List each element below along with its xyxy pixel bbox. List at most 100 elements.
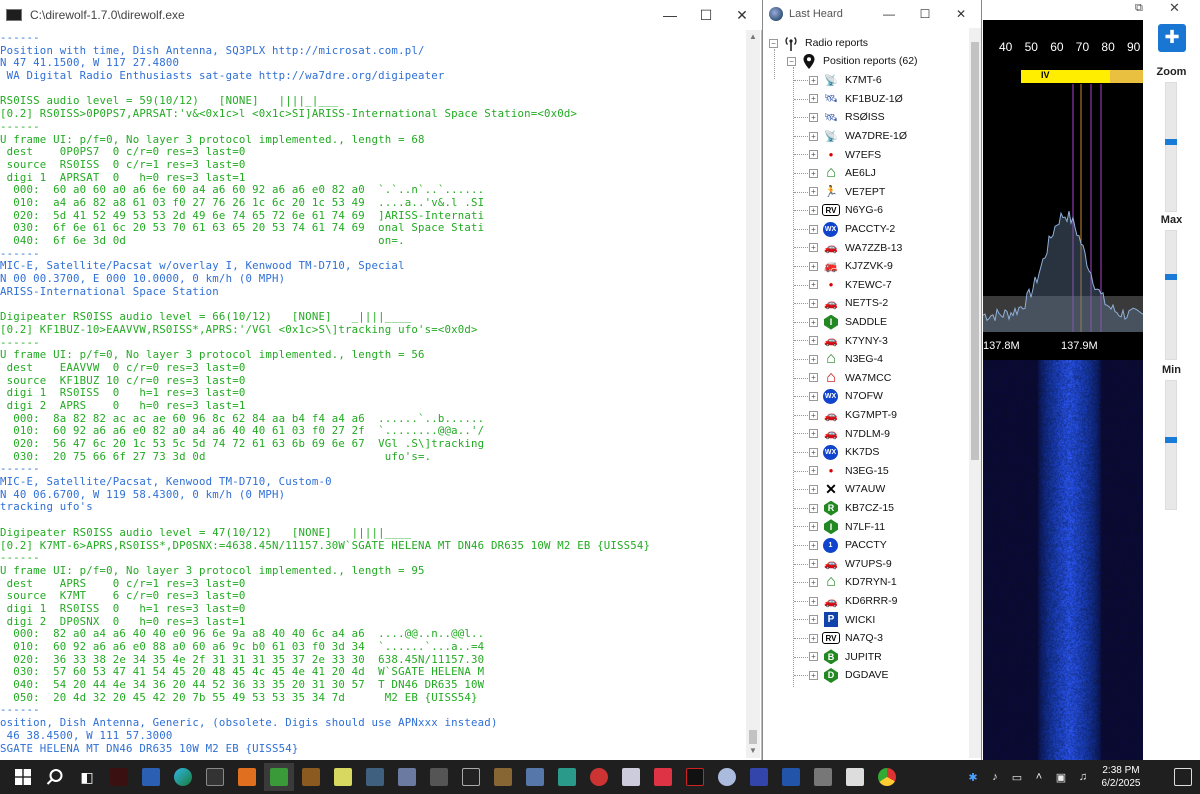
expand-icon[interactable]: + [809, 540, 818, 550]
last-heard-title-bar[interactable]: Last Heard — ☐ ✕ [763, 0, 981, 28]
expand-icon[interactable]: + [809, 75, 818, 85]
tree-root-radio-reports[interactable]: − Radio reports [769, 34, 868, 53]
expand-icon[interactable]: + [809, 168, 818, 178]
terminal-icon[interactable] [200, 763, 230, 791]
station-row[interactable]: + 🚗 N7DLM-9 [809, 424, 890, 443]
expand-icon[interactable]: + [809, 298, 818, 308]
expand-icon[interactable]: + [809, 447, 818, 457]
taskbar-app-icon[interactable] [808, 763, 838, 791]
taskbar-app-icon[interactable] [232, 763, 262, 791]
station-row[interactable]: + ⌂ N3EG-4 [809, 350, 883, 369]
scroll-thumb[interactable] [971, 42, 979, 460]
station-row[interactable]: + 🚗 K7YNY-3 [809, 331, 888, 350]
station-tree[interactable]: − Radio reports − Position reports (62) … [763, 30, 969, 758]
min-slider[interactable] [1165, 380, 1177, 510]
console-scrollbar[interactable]: ▲ ▼ [746, 30, 760, 758]
taskbar-app-icon[interactable] [296, 763, 326, 791]
edge-icon[interactable] [168, 763, 198, 791]
expand-icon[interactable]: + [809, 336, 818, 346]
station-row[interactable]: + 🛰 KF1BUZ-1Ø [809, 90, 903, 109]
taskbar-clock[interactable]: 2:38 PM 6/2/2025 [1086, 764, 1156, 790]
zoom-slider-knob[interactable] [1165, 139, 1177, 145]
taskbar-app-icon[interactable] [520, 763, 550, 791]
last-heard-scrollbar[interactable] [969, 28, 981, 758]
expand-icon[interactable]: + [809, 187, 818, 197]
battery-icon[interactable]: ▭ [1006, 771, 1028, 784]
taskbar-app-icon[interactable] [616, 763, 646, 791]
minimize-button[interactable]: — [652, 0, 688, 30]
expand-icon[interactable]: + [809, 577, 818, 587]
expand-icon[interactable]: + [809, 410, 818, 420]
minimize-button[interactable]: — [871, 0, 907, 28]
station-row[interactable]: + P WICKI [809, 610, 875, 629]
expand-icon[interactable]: + [809, 429, 818, 439]
close-button[interactable]: ✕ [724, 0, 760, 30]
tree-group-position-reports[interactable]: − Position reports (62) [787, 52, 918, 71]
expand-icon[interactable]: + [809, 503, 818, 513]
chrome-icon[interactable] [872, 763, 902, 791]
taskbar-app-icon[interactable] [776, 763, 806, 791]
station-row[interactable]: + ⌂ AE6LJ [809, 164, 876, 183]
station-row[interactable]: + 🚗 W7UPS-9 [809, 555, 892, 574]
notification-icon[interactable] [1174, 768, 1192, 786]
taskbar-app-icon[interactable] [680, 763, 710, 791]
expand-icon[interactable]: + [809, 280, 818, 290]
task-view-icon[interactable]: ◧ [72, 763, 102, 791]
max-slider[interactable] [1165, 230, 1177, 360]
station-row[interactable]: + 🚗 KG7MPT-9 [809, 406, 897, 425]
taskbar-app-icon[interactable] [104, 763, 134, 791]
close-button[interactable]: ✕ [1169, 0, 1180, 16]
taskbar-app-icon[interactable] [424, 763, 454, 791]
scroll-up-arrow-icon[interactable]: ▲ [746, 30, 760, 44]
taskbar-app-icon[interactable] [840, 763, 870, 791]
expand-icon[interactable]: + [809, 373, 818, 383]
expand-icon[interactable]: + [809, 652, 818, 662]
restore-icon[interactable]: ⧉ [1135, 2, 1143, 15]
console-title-bar[interactable]: C:\direwolf-1.7.0\direwolf.exe — ☐ ✕ [0, 0, 762, 30]
expand-icon[interactable]: + [809, 615, 818, 625]
expand-icon[interactable]: + [809, 243, 818, 253]
station-row[interactable]: + 🚒 KJ7ZVK-9 [809, 257, 893, 276]
station-row[interactable]: + B JUPITR [809, 648, 882, 667]
zoom-slider[interactable] [1165, 82, 1177, 212]
taskbar-app-icon[interactable] [552, 763, 582, 791]
station-row[interactable]: + 🚗 KD6RRR-9 [809, 592, 898, 611]
taskbar-app-icon[interactable] [648, 763, 678, 791]
station-row[interactable]: + I N7LF-11 [809, 517, 885, 536]
expand-icon[interactable]: + [809, 633, 818, 643]
taskbar-app-icon[interactable] [744, 763, 774, 791]
expand-icon[interactable]: + [809, 354, 818, 364]
station-row[interactable]: + ● K7EWC-7 [809, 276, 892, 295]
expand-icon[interactable]: + [809, 131, 818, 141]
expand-icon[interactable]: + [809, 94, 818, 104]
maximize-button[interactable]: ☐ [688, 0, 724, 30]
station-row[interactable]: + ⌂ KD7RYN-1 [809, 573, 897, 592]
station-row[interactable]: + WX N7OFW [809, 387, 883, 406]
max-slider-knob[interactable] [1165, 274, 1177, 280]
expand-icon[interactable]: + [809, 205, 818, 215]
station-row[interactable]: + ● W7EFS [809, 145, 881, 164]
chevron-up-icon[interactable]: ˄ [1028, 771, 1050, 783]
station-row[interactable]: + WX KK7DS [809, 443, 879, 462]
expand-icon[interactable]: + [809, 466, 818, 476]
console-output[interactable]: ------ Position with time, Dish Antenna, … [0, 32, 745, 758]
expand-icon[interactable]: + [809, 391, 818, 401]
maximize-button[interactable]: ☐ [907, 0, 943, 28]
expand-icon[interactable]: + [809, 670, 818, 680]
expand-icon[interactable]: + [809, 522, 818, 532]
taskbar-app-icon[interactable] [488, 763, 518, 791]
search-icon[interactable] [40, 763, 70, 791]
taskbar-app-icon[interactable] [456, 763, 486, 791]
scroll-thumb[interactable] [749, 730, 757, 744]
expand-icon[interactable]: + [809, 224, 818, 234]
scroll-down-arrow-icon[interactable]: ▼ [746, 744, 760, 758]
close-button[interactable]: ✕ [943, 0, 979, 28]
station-row[interactable]: + 🏃 VE7EPT [809, 183, 885, 202]
expand-icon[interactable]: + [809, 484, 818, 494]
start-button[interactable] [8, 763, 38, 791]
station-row[interactable]: + 📡 WA7DRE-1Ø [809, 127, 907, 146]
expand-icon[interactable]: + [809, 150, 818, 160]
network-icon[interactable]: ▣ [1050, 771, 1072, 784]
taskbar-app-icon[interactable] [584, 763, 614, 791]
taskbar-app-icon[interactable] [712, 763, 742, 791]
